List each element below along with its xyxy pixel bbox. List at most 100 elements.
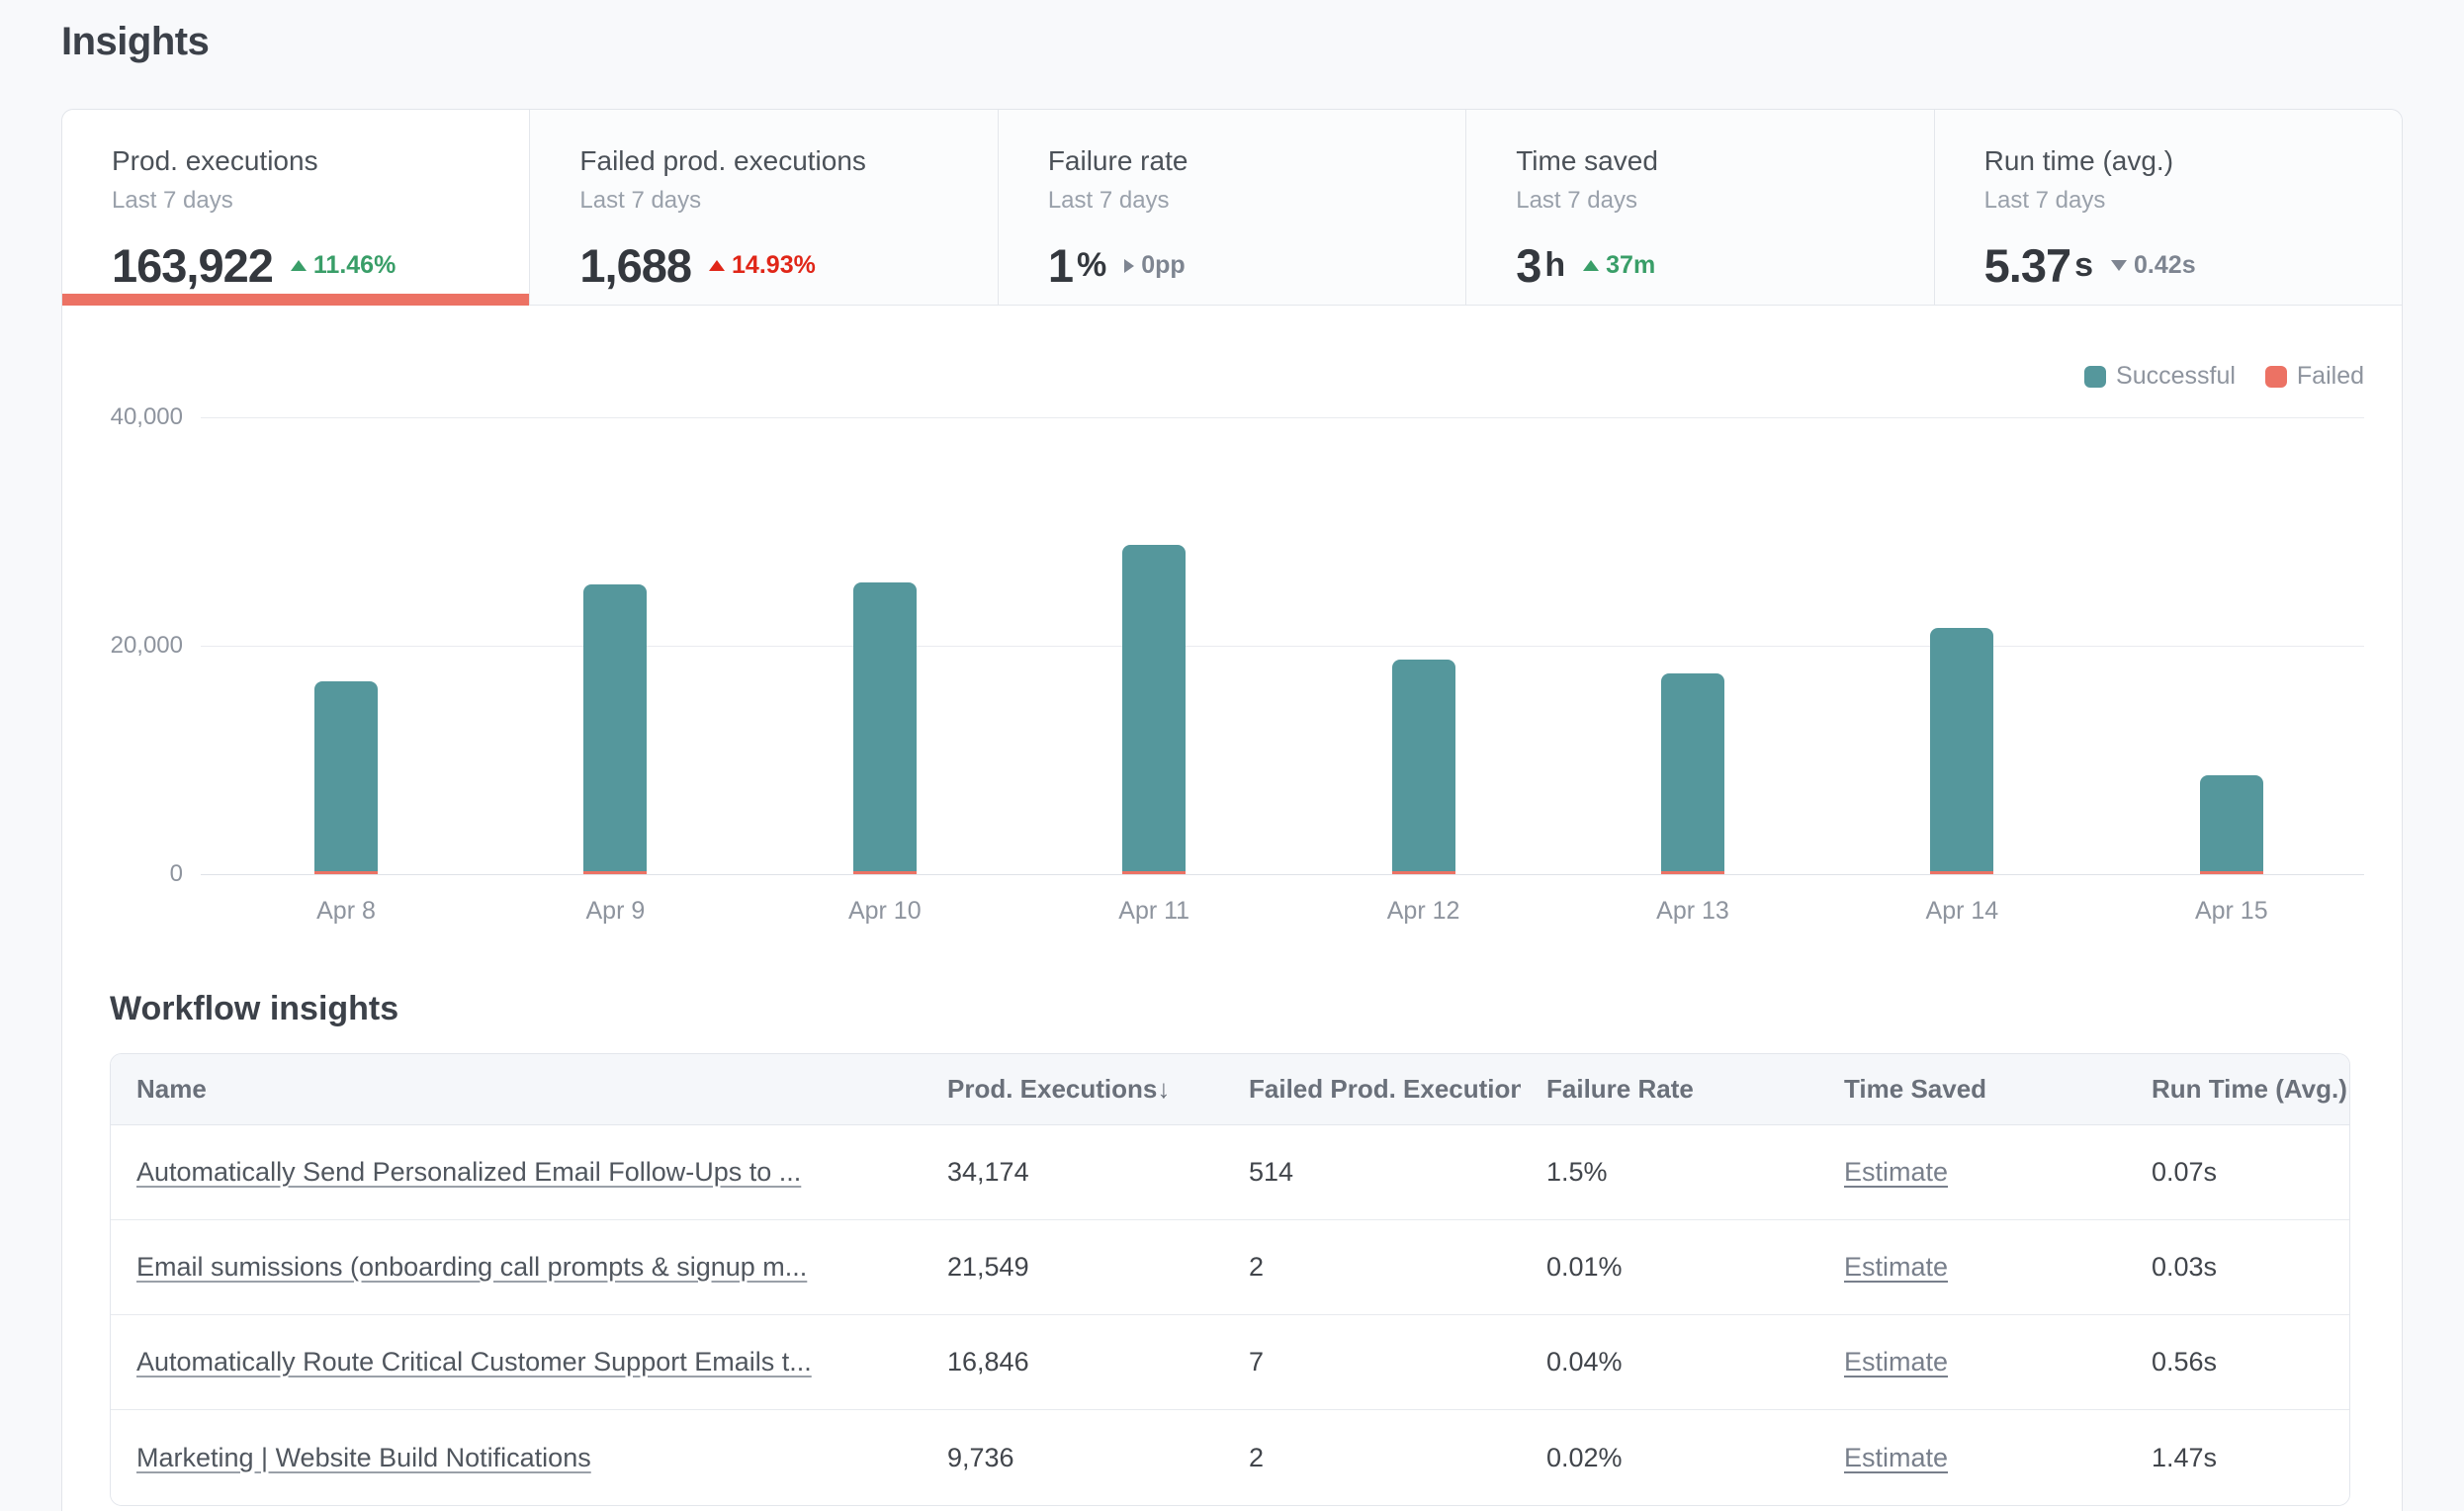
legend-label: Successful [2116, 362, 2236, 391]
metric-cards-row: Prod. executionsLast 7 days163,92211.46%… [62, 110, 2402, 306]
bar-apr-14 [1930, 628, 1993, 874]
cell-name: Email sumissions (onboarding call prompt… [111, 1252, 922, 1283]
cell-failure-rate: 1.5% [1521, 1157, 1818, 1188]
bar-apr-8 [314, 681, 378, 874]
column-header-name[interactable]: Name [111, 1074, 922, 1105]
workflow-name-link[interactable]: Marketing | Website Build Notifications [136, 1443, 591, 1472]
workflow-name-link[interactable]: Automatically Send Personalized Email Fo… [136, 1157, 801, 1187]
bar-apr-12 [1392, 660, 1455, 874]
metric-card-unit: s [2074, 246, 2093, 285]
metric-card-unit: % [1077, 246, 1106, 285]
x-axis-label-apr-14: Apr 14 [1873, 897, 2051, 926]
gridline-0 [201, 874, 2364, 875]
cell-time-saved: Estimate [1818, 1252, 2126, 1283]
cell-failure-rate: 0.02% [1521, 1443, 1818, 1473]
metric-card-period: Last 7 days [112, 187, 529, 215]
cell-prod-executions: 34,174 [922, 1157, 1223, 1188]
bar-segment-failed [853, 871, 917, 874]
metric-card-title: Run time (avg.) [1984, 145, 2402, 177]
cell-run-time: 0.56s [2126, 1347, 2349, 1378]
metric-card-value-row: 5.37s0.42s [1984, 238, 2402, 293]
legend-item-failed[interactable]: Failed [2265, 362, 2364, 391]
cell-run-time: 1.47s [2126, 1443, 2349, 1473]
cell-prod-executions: 16,846 [922, 1347, 1223, 1378]
column-header-run-time-avg[interactable]: Run Time (Avg.) [2126, 1074, 2349, 1105]
cell-name: Marketing | Website Build Notifications [111, 1443, 922, 1473]
workflow-name-link[interactable]: Automatically Route Critical Customer Su… [136, 1347, 812, 1377]
estimate-link[interactable]: Estimate [1844, 1347, 1948, 1377]
workflow-name-link[interactable]: Email sumissions (onboarding call prompt… [136, 1252, 807, 1282]
column-header-prod-executions[interactable]: Prod. Executions↓ [922, 1074, 1223, 1105]
bar-apr-10 [853, 582, 917, 874]
x-axis-label-apr-10: Apr 10 [796, 897, 974, 926]
bar-segment-successful [2200, 775, 2263, 871]
cell-run-time: 0.07s [2126, 1157, 2349, 1188]
workflow-insights-table: NameProd. Executions↓Failed Prod. Execut… [110, 1053, 2350, 1506]
bar-segment-failed [2200, 871, 2263, 874]
x-axis-label-apr-11: Apr 11 [1065, 897, 1243, 926]
gridline-20000 [201, 646, 2364, 647]
trend-up-icon [291, 260, 307, 271]
bar-segment-successful [314, 681, 378, 871]
x-axis-label-apr-13: Apr 13 [1604, 897, 1782, 926]
metric-card-delta: 0pp [1124, 251, 1185, 280]
metric-card-period: Last 7 days [1048, 187, 1465, 215]
cell-prod-executions: 9,736 [922, 1443, 1223, 1473]
metric-card-period: Last 7 days [579, 187, 997, 215]
insights-panel: Prod. executionsLast 7 days163,92211.46%… [61, 109, 2403, 1511]
trend-up-icon [709, 260, 725, 271]
cell-failure-rate: 0.01% [1521, 1252, 1818, 1283]
bar-segment-failed [583, 871, 647, 874]
metric-card-failure-rate[interactable]: Failure rate Last 7 days 1% 0pp [999, 110, 1466, 305]
metric-card-delta: 14.93% [709, 251, 816, 280]
table-row: Marketing | Website Build Notifications 9… [111, 1410, 2349, 1505]
column-header-failure-rate[interactable]: Failure Rate [1521, 1074, 1818, 1105]
cell-failed-prod-executions: 2 [1223, 1252, 1521, 1283]
x-axis-label-apr-9: Apr 9 [526, 897, 704, 926]
bar-apr-9 [583, 584, 647, 874]
bar-segment-failed [314, 871, 378, 874]
legend-swatch-successful-icon [2084, 366, 2106, 388]
page-title: Insights [61, 20, 209, 64]
y-axis-tick: 0 [62, 860, 183, 888]
metric-card-title: Failure rate [1048, 145, 1465, 177]
metric-card-value: 3 [1516, 238, 1540, 293]
column-header-time-saved[interactable]: Time Saved [1818, 1074, 2126, 1105]
metric-card-value: 1 [1048, 238, 1073, 293]
trend-up-icon [1583, 260, 1599, 271]
cell-name: Automatically Route Critical Customer Su… [111, 1347, 922, 1378]
table-row: Email sumissions (onboarding call prompt… [111, 1220, 2349, 1315]
metric-card-delta-value: 37m [1606, 251, 1655, 280]
bar-apr-13 [1661, 673, 1724, 874]
x-axis-label-apr-15: Apr 15 [2143, 897, 2321, 926]
workflow-insights-title: Workflow insights [110, 988, 2402, 1029]
cell-failed-prod-executions: 7 [1223, 1347, 1521, 1378]
estimate-link[interactable]: Estimate [1844, 1157, 1948, 1187]
bar-segment-successful [853, 582, 917, 871]
x-axis-label-apr-8: Apr 8 [257, 897, 435, 926]
metric-card-delta-value: 14.93% [732, 251, 816, 280]
table-row: Automatically Send Personalized Email Fo… [111, 1125, 2349, 1220]
bar-apr-15 [2200, 775, 2263, 874]
estimate-link[interactable]: Estimate [1844, 1443, 1948, 1472]
cell-failure-rate: 0.04% [1521, 1347, 1818, 1378]
metric-card-delta: 0.42s [2111, 251, 2196, 280]
gridline-40000 [201, 417, 2364, 418]
bar-segment-failed [1930, 871, 1993, 874]
cell-time-saved: Estimate [1818, 1443, 2126, 1473]
estimate-link[interactable]: Estimate [1844, 1252, 1948, 1282]
bar-segment-successful [1930, 628, 1993, 871]
metric-card-failed-prod-executions[interactable]: Failed prod. executionsLast 7 days1,6881… [530, 110, 998, 305]
trend-down-icon [2111, 260, 2127, 271]
bar-segment-successful [1392, 660, 1455, 871]
metric-card-delta-value: 0pp [1141, 251, 1185, 280]
metric-card-run-time-avg[interactable]: Run time (avg.)Last 7 days5.37s0.42s [1935, 110, 2402, 305]
bar-segment-failed [1122, 871, 1186, 874]
metric-card-period: Last 7 days [1516, 187, 1933, 215]
metric-card-title: Prod. executions [112, 145, 529, 177]
column-header-failed-prod-executions[interactable]: Failed Prod. Executions [1223, 1074, 1521, 1105]
metric-card-prod-executions[interactable]: Prod. executionsLast 7 days163,92211.46% [62, 110, 530, 305]
legend-item-successful[interactable]: Successful [2084, 362, 2236, 391]
table-header-row: NameProd. Executions↓Failed Prod. Execut… [111, 1054, 2349, 1125]
metric-card-time-saved[interactable]: Time savedLast 7 days3h37m [1466, 110, 1934, 305]
